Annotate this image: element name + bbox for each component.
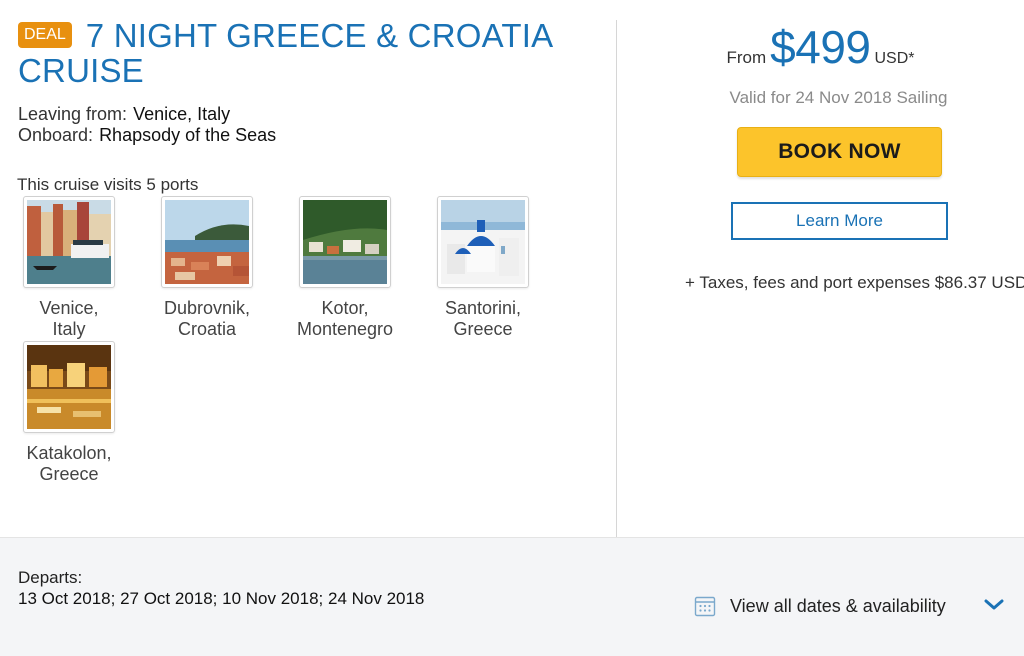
cruise-title[interactable]: 7 NIGHT GREECE & CROATIA CRUISE [18,17,551,89]
port-name-venice: Venice, Italy [4,298,134,340]
deal-badge: DEAL [18,22,72,48]
departs-label: Departs: [18,568,83,587]
departs-dates: 13 Oct 2018; 27 Oct 2018; 10 Nov 2018; 2… [18,589,425,608]
cruise-card: DEAL 7 NIGHT GREECE & CROATIA CRUISE Leav… [0,0,1024,537]
onboard-value: Rhapsody of the Seas [99,125,277,145]
port-country: Greece [39,464,99,484]
port-item-dubrovnik[interactable]: Dubrovnik, Croatia [142,196,272,340]
port-country: Greece [453,319,513,339]
port-city: Dubrovnik, [163,298,251,318]
leaving-from-row: Leaving from: Venice, Italy [18,104,276,125]
port-image-dubrovnik[interactable] [161,196,253,288]
view-all-dates-link[interactable]: View all dates & availability [694,594,946,618]
valid-sailing-text: Valid for 24 Nov 2018 Sailing [729,88,948,107]
port-image-katakolon[interactable] [23,341,115,433]
port-city: Katakolon, [26,443,112,463]
port-city: Santorini, [444,298,522,318]
ports-heading: This cruise visits 5 ports [17,175,199,194]
port-image-kotor[interactable] [299,196,391,288]
port-image-santorini[interactable] [437,196,529,288]
port-item-katakolon[interactable]: Katakolon, Greece [4,341,134,485]
port-name-dubrovnik: Dubrovnik, Croatia [142,298,272,340]
port-item-venice[interactable]: Venice, Italy [4,196,134,340]
port-country: Croatia [177,319,237,339]
port-name-kotor: Kotor, Montenegro [280,298,410,340]
port-city: Kotor, [321,298,369,318]
onboard-label: Onboard: [18,125,94,145]
taxes-text: + Taxes, fees and port expenses $86.37 U… [685,273,1024,292]
price-row: From$499 USD* [617,20,1024,74]
port-item-santorini[interactable]: Santorini, Greece [418,196,548,340]
cruise-details: DEAL 7 NIGHT GREECE & CROATIA CRUISE Leav… [0,0,616,537]
price-from-label: From [726,48,767,67]
price-currency: USD* [874,50,915,67]
view-all-dates-text[interactable]: View all dates & availability [730,596,946,617]
departures-footer: Departs: 13 Oct 2018; 27 Oct 2018; 10 No… [0,537,1024,656]
cruise-meta: Leaving from: Venice, Italy Onboard: Rhaps… [18,104,276,146]
title-block: DEAL 7 NIGHT GREECE & CROATIA CRUISE [18,18,598,88]
calendar-icon [694,596,716,617]
port-image-venice[interactable] [23,196,115,288]
port-name-katakolon: Katakolon, Greece [4,443,134,485]
port-country: Italy [52,319,86,339]
port-city: Venice, [39,298,99,318]
onboard-row: Onboard: Rhapsody of the Seas [18,125,276,146]
port-item-kotor[interactable]: Kotor, Montenegro [280,196,410,340]
leaving-from-label: Leaving from: [18,104,128,124]
learn-more-button[interactable]: Learn More [731,202,948,240]
port-name-santorini: Santorini, Greece [418,298,548,340]
book-now-button[interactable]: BOOK NOW [737,127,942,177]
chevron-down-icon[interactable] [984,598,1004,612]
pricing-panel: From$499 USD* Valid for 24 Nov 2018 Saili… [617,0,1024,537]
port-country: Montenegro [296,319,394,339]
leaving-from-value: Venice, Italy [133,104,231,124]
price-value: $499 [770,21,871,73]
